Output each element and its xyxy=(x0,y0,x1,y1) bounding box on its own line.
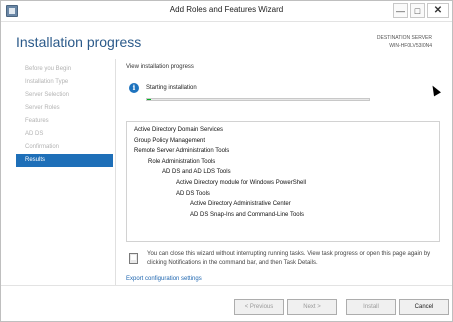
destination-server-name: WIN-HF0LV53I0N4 xyxy=(389,43,432,49)
list-item: Remote Server Administration Tools xyxy=(134,148,230,155)
nav-item-before-you-begin: Before you Begin xyxy=(25,66,72,72)
list-item: AD DS and AD LDS Tools xyxy=(162,169,231,176)
mouse-cursor-icon xyxy=(429,83,441,97)
list-item: AD DS Tools xyxy=(176,190,210,197)
nav-item-installation-type: Installation Type xyxy=(25,79,69,85)
view-progress-label: View installation progress xyxy=(126,64,194,70)
close-button[interactable]: ✕ xyxy=(427,3,449,18)
minimize-button[interactable]: — xyxy=(393,3,408,18)
window-title: Add Roles and Features Wizard xyxy=(169,5,284,14)
progress-fill xyxy=(147,99,152,100)
nav-item-features: Features xyxy=(25,118,49,124)
title-bar[interactable]: Add Roles and Features Wizard — □ ✕ xyxy=(1,1,452,22)
status-row: i Starting installation xyxy=(129,83,197,93)
status-text: Starting installation xyxy=(146,85,197,91)
previous-button[interactable]: < Previous xyxy=(234,299,284,315)
notice-text: You can close this wizard without interr… xyxy=(147,251,431,266)
nav-item-server-roles: Server Roles xyxy=(25,105,60,111)
info-icon: i xyxy=(129,83,139,93)
nav-item-server-selection: Server Selection xyxy=(25,92,70,98)
install-button[interactable]: Install xyxy=(346,299,396,315)
list-item: Role Administration Tools xyxy=(148,158,216,165)
nav-item-results[interactable]: Results xyxy=(16,154,113,167)
flag-icon xyxy=(129,253,138,264)
destination-server-label: DESTINATION SERVER xyxy=(376,35,432,41)
list-item: Active Directory Administrative Center xyxy=(190,201,291,208)
wizard-window: Add Roles and Features Wizard — □ ✕ Inst… xyxy=(0,0,453,322)
export-configuration-link[interactable]: Export configuration settings xyxy=(126,276,202,282)
minimize-icon: — xyxy=(396,5,405,16)
features-list[interactable]: Active Directory Domain Services Group P… xyxy=(126,121,440,242)
maximize-icon: □ xyxy=(414,5,421,16)
nav-item-confirmation: Confirmation xyxy=(25,144,60,150)
notice: You can close this wizard without interr… xyxy=(129,250,439,268)
progress-bar xyxy=(146,98,370,101)
wizard-nav: Before you Begin Installation Type Serve… xyxy=(16,63,113,167)
list-item: Active Directory module for Windows Powe… xyxy=(176,179,307,186)
list-item: Active Directory Domain Services xyxy=(134,127,224,133)
footer-divider xyxy=(1,285,452,286)
nav-divider xyxy=(115,59,116,285)
cancel-button[interactable]: Cancel xyxy=(399,299,449,315)
page-title: Installation progress xyxy=(16,34,142,50)
list-item: AD DS Snap-Ins and Command-Line Tools xyxy=(190,211,304,218)
close-icon: ✕ xyxy=(433,5,443,16)
list-item: Group Policy Management xyxy=(134,137,206,144)
nav-item-ad-ds: AD DS xyxy=(25,131,44,137)
next-button[interactable]: Next > xyxy=(287,299,337,315)
maximize-button[interactable]: □ xyxy=(410,3,425,18)
